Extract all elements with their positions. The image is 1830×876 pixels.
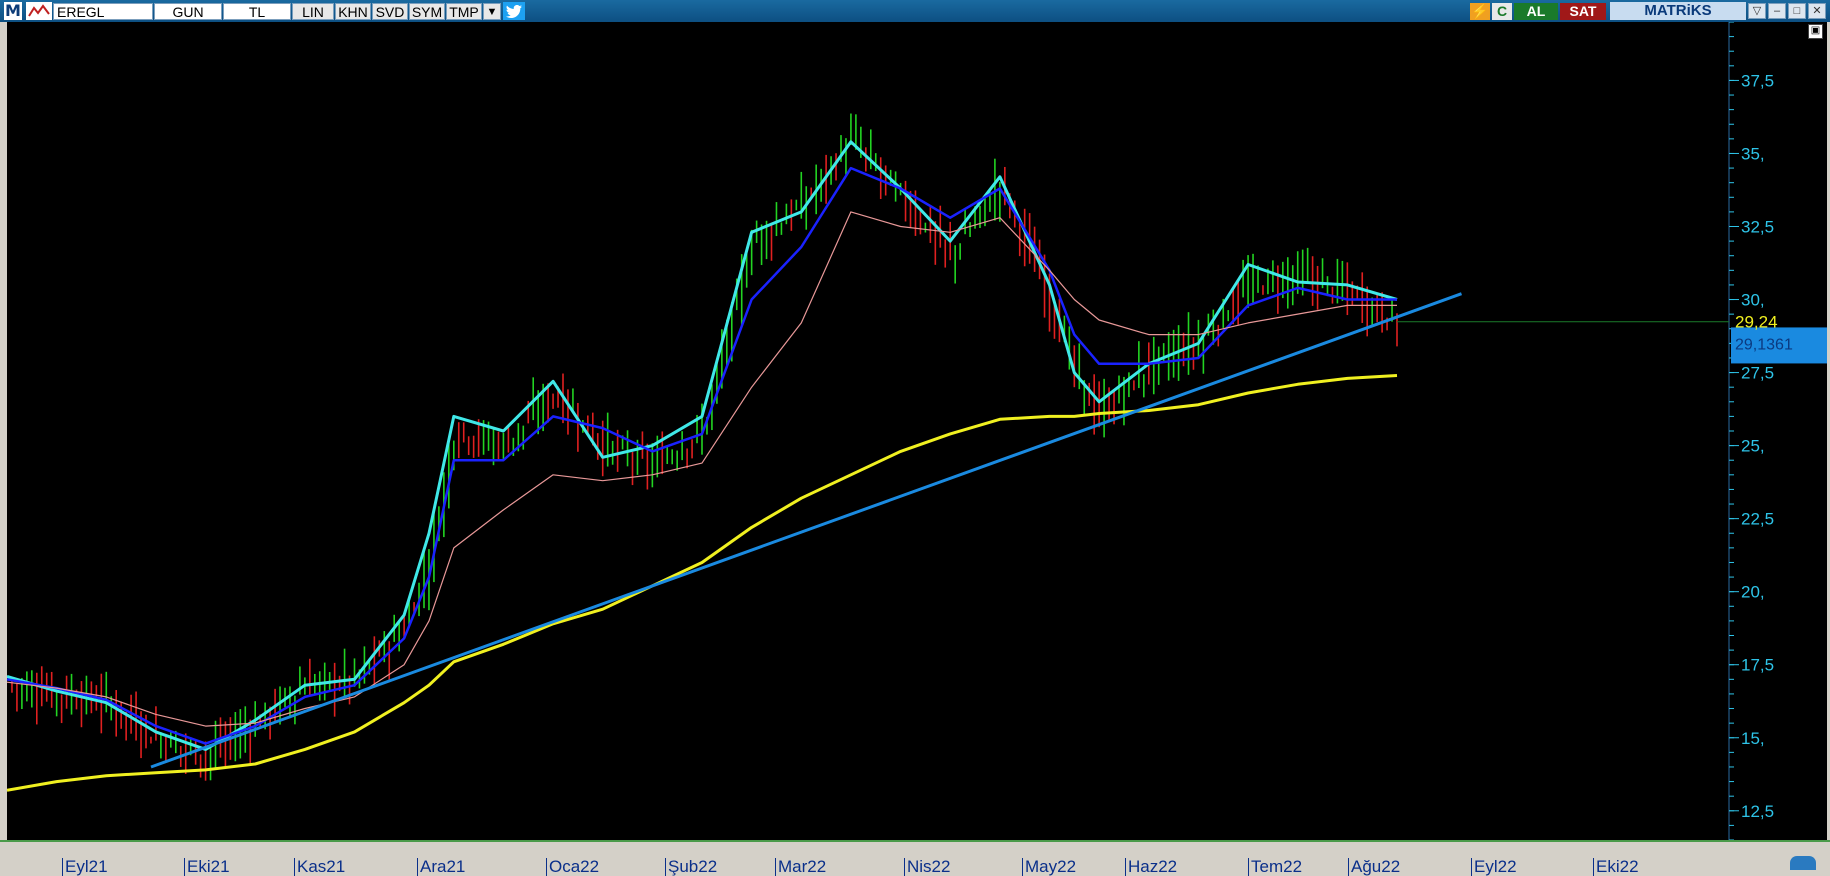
x-tick-label: Haz22 — [1125, 858, 1177, 876]
window-menu-icon[interactable]: ▽ — [1748, 3, 1766, 19]
trend-value-label: 29,1361 — [1735, 336, 1793, 353]
x-tick-label: Oca22 — [546, 858, 599, 876]
sym-button[interactable]: SYM — [409, 2, 445, 20]
indicator-lines — [6, 140, 1463, 792]
y-tick-label: 27,5 — [1741, 364, 1774, 383]
y-tick-label: 30, — [1741, 291, 1765, 310]
twitter-icon[interactable] — [503, 2, 525, 20]
y-tick-label: 37,5 — [1741, 71, 1774, 90]
close-icon[interactable]: ✕ — [1808, 3, 1826, 19]
period-select[interactable]: GUN — [154, 2, 222, 20]
y-tick-label: 35, — [1741, 144, 1765, 163]
x-tick-label: Eki21 — [184, 858, 230, 876]
y-tick-label: 15, — [1741, 729, 1765, 748]
lightning-icon[interactable]: ⚡ — [1470, 2, 1490, 20]
x-tick-label: May22 — [1022, 858, 1076, 876]
svd-button[interactable]: SVD — [372, 2, 408, 20]
brand-label: MATRiKS — [1610, 2, 1746, 20]
y-tick-label: 12,5 — [1741, 802, 1774, 821]
khn-button[interactable]: KHN — [335, 2, 371, 20]
x-tick-label: Mar22 — [775, 858, 826, 876]
indicator-line-2 — [6, 166, 1397, 745]
toolbar: M EREGL GUN TL LIN KHN SVD SYM TMP ▼ ⚡ C… — [0, 0, 1830, 22]
last-price-label: 29,24 — [1735, 313, 1778, 332]
x-tick-label: Ara21 — [417, 858, 465, 876]
indicator-line-3 — [6, 211, 1397, 727]
price-chart[interactable]: 37,535,32,530,27,525,22,520,17,515,12,5 … — [6, 21, 1827, 841]
triangle-down-icon[interactable]: ▼ — [483, 2, 501, 20]
y-tick-label: 25, — [1741, 437, 1765, 456]
minimize-icon[interactable]: – — [1768, 3, 1786, 19]
lin-button[interactable]: LIN — [292, 2, 334, 20]
matriks-logo[interactable]: M — [4, 2, 22, 20]
chart-area[interactable]: 37,5 35, 32,5 30, 27,5 25, 22,5 20, 17,5 15, 12,5 … — [6, 21, 1827, 841]
x-tick-label: Ağu22 — [1348, 858, 1400, 876]
scroll-icon[interactable] — [1790, 856, 1816, 870]
maximize-icon[interactable]: □ — [1788, 3, 1806, 19]
sell-button[interactable]: SAT — [1560, 2, 1606, 20]
price-tags: 29,1361 29,24 — [1397, 313, 1827, 364]
y-tick-label: 17,5 — [1741, 656, 1774, 675]
x-axis-bar: Eyl21 Eki21 Kas21 Ara21 Oca22 Şub22 Mar22 Nis22… — [0, 840, 1830, 876]
y-tick-label: 22,5 — [1741, 510, 1774, 529]
x-tick-label: Nis22 — [904, 858, 950, 876]
x-tick-label: Eyl22 — [1471, 858, 1517, 876]
chart-settings-icon[interactable]: ▣ — [1808, 24, 1823, 39]
x-tick-label: Tem22 — [1248, 858, 1302, 876]
x-tick-label: Şub22 — [665, 858, 717, 876]
x-tick-label: Eyl21 — [62, 858, 108, 876]
indicator-line-5 — [150, 292, 1463, 769]
symbol-input[interactable]: EREGL — [53, 2, 153, 20]
currency-select[interactable]: TL — [223, 2, 291, 20]
buy-button[interactable]: AL — [1514, 2, 1558, 20]
symbol-icon[interactable] — [26, 2, 52, 20]
x-tick-label: Eki22 — [1593, 858, 1639, 876]
y-ticks: 37,5 35, 32,5 30, 27,5 25, 22,5 20, 17,5 15, 12,5 — [1729, 21, 1774, 841]
x-tick-label: Kas21 — [294, 858, 345, 876]
y-tick-label: 32,5 — [1741, 218, 1774, 237]
y-tick-label: 20, — [1741, 583, 1765, 602]
candles — [11, 113, 1398, 781]
tmp-button[interactable]: TMP — [446, 2, 482, 20]
refresh-button[interactable]: C — [1492, 2, 1512, 20]
